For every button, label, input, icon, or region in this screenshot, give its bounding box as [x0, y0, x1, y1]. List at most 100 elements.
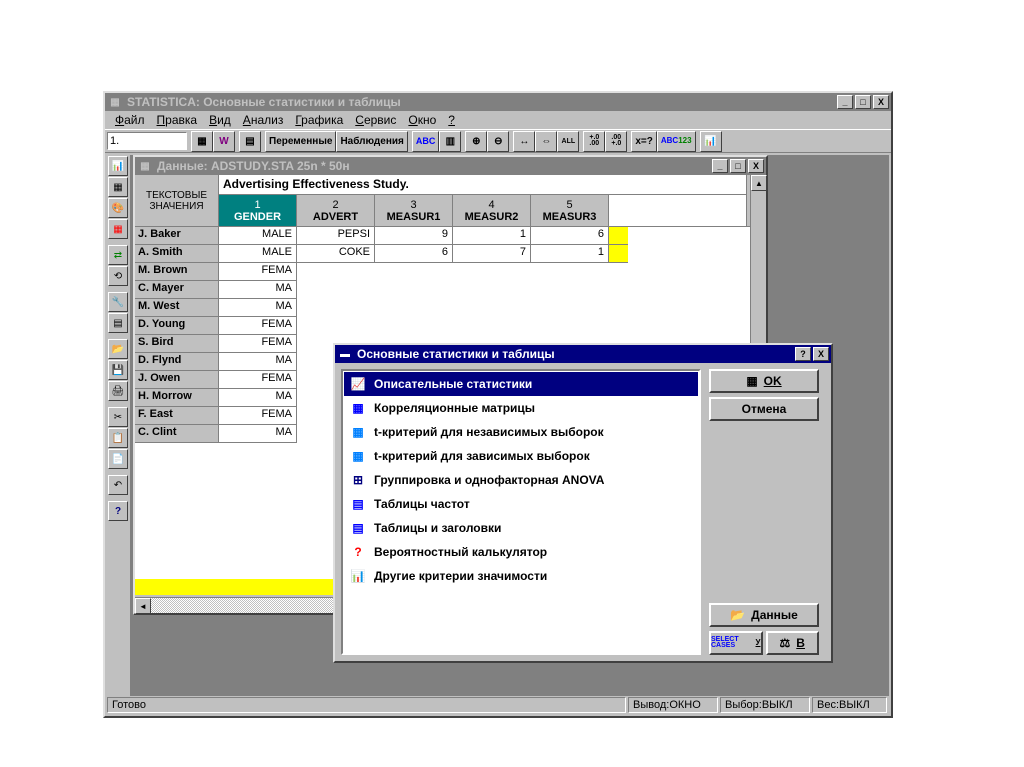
list-item[interactable]: ▤Таблицы частот [344, 492, 698, 516]
stats-listbox[interactable]: 📈Описательные статистики▦Корреляционные … [341, 369, 701, 655]
cell[interactable]: MA [219, 425, 297, 443]
row-header[interactable]: J. Baker [135, 227, 219, 245]
tb-zoomout-icon[interactable]: ⊖ [487, 131, 509, 152]
tb-windows-icon[interactable]: ▦ [191, 131, 213, 152]
data-close-button[interactable]: X [748, 159, 764, 173]
col-header-measur3[interactable]: 5MEASUR3 [531, 195, 609, 226]
row-header[interactable]: H. Morrow [135, 389, 219, 407]
list-item[interactable]: 📈Описательные статистики [344, 372, 698, 396]
side-toolbox-icon[interactable]: 🔧 [108, 292, 128, 312]
maximize-button[interactable]: □ [855, 95, 871, 109]
col-header-advert[interactable]: 2ADVERT [297, 195, 375, 226]
menu-analysis[interactable]: Анализ [237, 113, 290, 127]
row-header[interactable]: C. Mayer [135, 281, 219, 299]
side-replace-icon[interactable]: ⟲ [108, 266, 128, 286]
tb-table-icon[interactable]: ▥ [439, 131, 461, 152]
cell[interactable]: MA [219, 281, 297, 299]
select-cases-button[interactable]: SELECT CASES У [709, 631, 763, 655]
row-header[interactable]: D. Flynd [135, 353, 219, 371]
cell[interactable]: 1 [531, 245, 609, 263]
dialog-help-button[interactable]: ? [795, 347, 811, 361]
row-header[interactable]: J. Owen [135, 371, 219, 389]
side-palette-icon[interactable]: 🎨 [108, 198, 128, 218]
tb-abc-icon[interactable]: ABC [412, 131, 440, 152]
menu-window[interactable]: Окно [402, 113, 442, 127]
row-header[interactable]: M. Brown [135, 263, 219, 281]
tb-format-icon[interactable]: ABC123 [657, 131, 696, 152]
list-item[interactable]: ?Вероятностный калькулятор [344, 540, 698, 564]
side-print-icon[interactable]: 🖨 [108, 381, 128, 401]
cell[interactable]: FEMA [219, 407, 297, 425]
cell[interactable]: 1 [453, 227, 531, 245]
data-minimize-button[interactable]: _ [712, 159, 728, 173]
row-header[interactable]: F. East [135, 407, 219, 425]
side-cut-icon[interactable]: ✂ [108, 407, 128, 427]
grid-topleft[interactable]: ТЕКСТОВЫЕ ЗНАЧЕНИЯ [135, 175, 219, 227]
cell[interactable]: MA [219, 389, 297, 407]
cell[interactable]: MALE [219, 245, 297, 263]
list-item[interactable]: ▦t-критерий для независимых выборок [344, 420, 698, 444]
side-select-icon[interactable]: ⇄ [108, 245, 128, 265]
cell[interactable]: FEMA [219, 263, 297, 281]
tb-obs-button[interactable]: Наблюдения [336, 131, 407, 152]
side-copy-icon[interactable]: 📋 [108, 428, 128, 448]
cell[interactable]: FEMA [219, 335, 297, 353]
side-paste-icon[interactable]: 📄 [108, 449, 128, 469]
cell[interactable]: 7 [453, 245, 531, 263]
row-header[interactable]: C. Clint [135, 425, 219, 443]
tb-grid-icon[interactable]: ▤ [239, 131, 261, 152]
side-chart-icon[interactable]: 📊 [108, 156, 128, 176]
close-button[interactable]: X [873, 95, 889, 109]
cell[interactable]: 6 [375, 245, 453, 263]
dialog-close-button[interactable]: X [813, 347, 829, 361]
cancel-button[interactable]: Отмена [709, 397, 819, 421]
col-header-measur1[interactable]: 3MEASUR1 [375, 195, 453, 226]
cell[interactable]: COKE [297, 245, 375, 263]
minimize-button[interactable]: _ [837, 95, 853, 109]
side-vars-icon[interactable]: ▦ [108, 177, 128, 197]
tb-chart-icon[interactable]: 📊 [700, 131, 722, 152]
cell[interactable]: FEMA [219, 371, 297, 389]
tb-calc-icon[interactable]: x=? [631, 131, 657, 152]
tb-w-icon[interactable]: W [213, 131, 235, 152]
row-header[interactable]: D. Young [135, 317, 219, 335]
tb-zoomin-icon[interactable]: ⊕ [465, 131, 487, 152]
cell[interactable]: MA [219, 353, 297, 371]
menu-file[interactable]: Файл [109, 113, 151, 127]
tb-inc-dec-icon[interactable]: +.0.00 [583, 131, 605, 152]
row-header[interactable]: A. Smith [135, 245, 219, 263]
side-open-icon[interactable]: 📂 [108, 339, 128, 359]
cell[interactable]: MALE [219, 227, 297, 245]
cell[interactable]: 9 [375, 227, 453, 245]
cell[interactable]: MA [219, 299, 297, 317]
list-item[interactable]: ▤Таблицы и заголовки [344, 516, 698, 540]
side-grid-icon[interactable]: ▦ [108, 219, 128, 239]
list-item[interactable]: ⊞Группировка и однофакторная ANOVA [344, 468, 698, 492]
list-item[interactable]: ▦t-критерий для зависимых выборок [344, 444, 698, 468]
cell[interactable]: 6 [531, 227, 609, 245]
weight-button[interactable]: ⚖ В [766, 631, 820, 655]
ok-button[interactable]: ▦ OK [709, 369, 819, 393]
menu-help[interactable]: ? [442, 113, 461, 127]
side-undo-icon[interactable]: ↶ [108, 475, 128, 495]
row-header[interactable]: S. Bird [135, 335, 219, 353]
scroll-left-icon[interactable]: ◄ [135, 598, 151, 614]
menu-graphics[interactable]: Графика [289, 113, 349, 127]
col-header-gender[interactable]: 1GENDER [219, 195, 297, 226]
tb-width2-icon[interactable]: ⇔ [535, 131, 557, 152]
menu-service[interactable]: Сервис [349, 113, 402, 127]
data-maximize-button[interactable]: □ [730, 159, 746, 173]
col-header-measur2[interactable]: 4MEASUR2 [453, 195, 531, 226]
tb-vars-button[interactable]: Переменные [265, 131, 336, 152]
side-grid2-icon[interactable]: ▤ [108, 313, 128, 333]
side-help-icon[interactable]: ? [108, 501, 128, 521]
cell[interactable]: PEPSI [297, 227, 375, 245]
list-item[interactable]: ▦Корреляционные матрицы [344, 396, 698, 420]
menu-view[interactable]: Вид [203, 113, 237, 127]
cell[interactable]: FEMA [219, 317, 297, 335]
tb-dec-inc-icon[interactable]: .00+.0 [605, 131, 627, 152]
menu-edit[interactable]: Правка [151, 113, 204, 127]
list-item[interactable]: 📊Другие критерии значимости [344, 564, 698, 588]
tb-width3-icon[interactable]: ALL [557, 131, 579, 152]
tb-width1-icon[interactable]: ↔ [513, 131, 535, 152]
